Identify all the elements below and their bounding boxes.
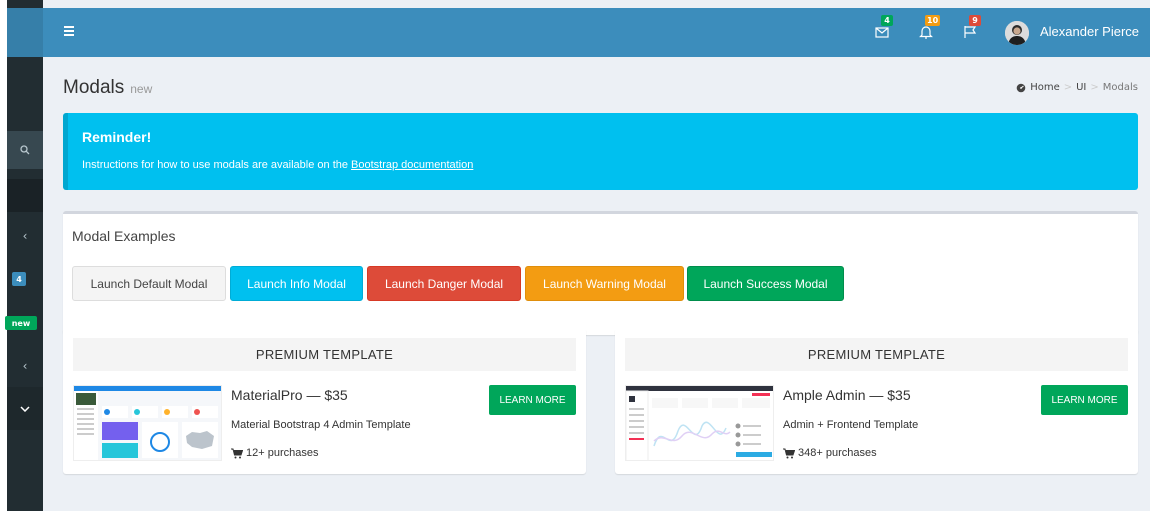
user-photo-icon bbox=[1005, 21, 1029, 45]
bell-icon bbox=[919, 26, 933, 39]
materialpro-thumbnail[interactable] bbox=[73, 385, 222, 461]
tasks-badge: 9 bbox=[969, 15, 981, 26]
sidebar-chevron-left-icon-2[interactable]: ‹ bbox=[7, 356, 43, 376]
dashboard-preview-icon bbox=[74, 386, 221, 460]
launch-info-modal-button[interactable]: Launch Info Modal bbox=[230, 266, 363, 301]
sidebar-search-button[interactable] bbox=[7, 131, 43, 169]
reminder-callout: Reminder! Instructions for how to use mo… bbox=[63, 113, 1138, 190]
page-title: Modals new bbox=[63, 77, 152, 99]
breadcrumb-separator: > bbox=[1063, 82, 1073, 93]
premium-template-ad-ample-admin: PREMIUM TEMPLATE Ample Admin — $35 Admin… bbox=[615, 328, 1138, 474]
notifications-menu[interactable]: 10 bbox=[916, 15, 941, 41]
ad-description: Admin + Frontend Template bbox=[783, 419, 919, 431]
box-title: Modal Examples bbox=[72, 228, 176, 244]
shopping-cart-icon bbox=[231, 448, 243, 458]
top-navbar: 4 10 9 Alexander Pierce bbox=[43, 8, 1150, 57]
purchases-count: 12+ purchases bbox=[246, 447, 319, 459]
ample-admin-thumbnail[interactable] bbox=[625, 385, 774, 461]
learn-more-button[interactable]: LEARN MORE bbox=[1041, 385, 1128, 415]
ad-description: Material Bootstrap 4 Admin Template bbox=[231, 419, 411, 431]
callout-text: Instructions for how to use modals are a… bbox=[82, 159, 1138, 171]
launch-danger-modal-button[interactable]: Launch Danger Modal bbox=[367, 266, 521, 301]
left-edge-strip bbox=[0, 0, 7, 511]
breadcrumb: Home > UI > Modals bbox=[1016, 82, 1138, 93]
menu-toggle-icon[interactable] bbox=[64, 26, 74, 36]
ad-purchases: 12+ purchases bbox=[231, 447, 318, 459]
tasks-menu[interactable]: 9 bbox=[960, 15, 981, 41]
breadcrumb-current: Modals bbox=[1102, 82, 1138, 93]
callout-title: Reminder! bbox=[82, 129, 152, 145]
modal-examples-box: Modal Examples Launch Default Modal Laun… bbox=[63, 211, 1138, 335]
dashboard-icon bbox=[1016, 83, 1026, 92]
callout-text-body: Instructions for how to use modals are a… bbox=[82, 159, 352, 171]
flag-icon bbox=[964, 26, 977, 38]
learn-more-button[interactable]: LEARN MORE bbox=[489, 385, 576, 415]
breadcrumb-home[interactable]: Home bbox=[1030, 82, 1060, 93]
sidebar: ‹ 4 new ‹ bbox=[5, 0, 43, 511]
dashboard-preview-icon bbox=[626, 386, 773, 460]
launch-default-modal-button[interactable]: Launch Default Modal bbox=[72, 266, 226, 301]
sidebar-header-strip bbox=[7, 179, 43, 212]
chevron-down-icon bbox=[20, 405, 30, 412]
notifications-badge: 10 bbox=[925, 15, 941, 26]
launch-success-modal-button[interactable]: Launch Success Modal bbox=[687, 266, 844, 301]
ad-header: PREMIUM TEMPLATE bbox=[73, 338, 576, 371]
premium-template-ad-materialpro: PREMIUM TEMPLATE MaterialPro — $35 Mater bbox=[63, 328, 586, 474]
envelope-icon bbox=[875, 27, 889, 38]
ad-product-name: Ample Admin — $35 bbox=[783, 387, 911, 403]
page-subtitle: new bbox=[130, 82, 153, 96]
sidebar-chevron-left-icon[interactable]: ‹ bbox=[7, 226, 43, 246]
ad-purchases: 348+ purchases bbox=[783, 447, 877, 459]
bootstrap-documentation-link[interactable]: Bootstrap documentation bbox=[351, 159, 473, 171]
user-avatar[interactable] bbox=[1005, 21, 1029, 45]
messages-menu[interactable]: 4 bbox=[872, 15, 893, 41]
purchases-count: 348+ purchases bbox=[798, 447, 877, 459]
messages-badge: 4 bbox=[881, 15, 893, 26]
search-icon bbox=[20, 145, 30, 155]
launch-warning-modal-button[interactable]: Launch Warning Modal bbox=[525, 266, 684, 301]
page-title-text: Modals bbox=[63, 77, 125, 98]
sidebar-new-badge: new bbox=[5, 316, 37, 330]
ad-header: PREMIUM TEMPLATE bbox=[625, 338, 1128, 371]
sidebar-item-active[interactable] bbox=[7, 387, 43, 430]
ad-product-name: MaterialPro — $35 bbox=[231, 387, 348, 403]
breadcrumb-ui[interactable]: UI bbox=[1076, 82, 1086, 93]
sidebar-logo-area[interactable] bbox=[7, 8, 43, 57]
sidebar-count-badge: 4 bbox=[12, 272, 26, 286]
shopping-cart-icon bbox=[783, 448, 795, 458]
breadcrumb-separator: > bbox=[1090, 82, 1099, 93]
user-name[interactable]: Alexander Pierce bbox=[1040, 24, 1139, 39]
